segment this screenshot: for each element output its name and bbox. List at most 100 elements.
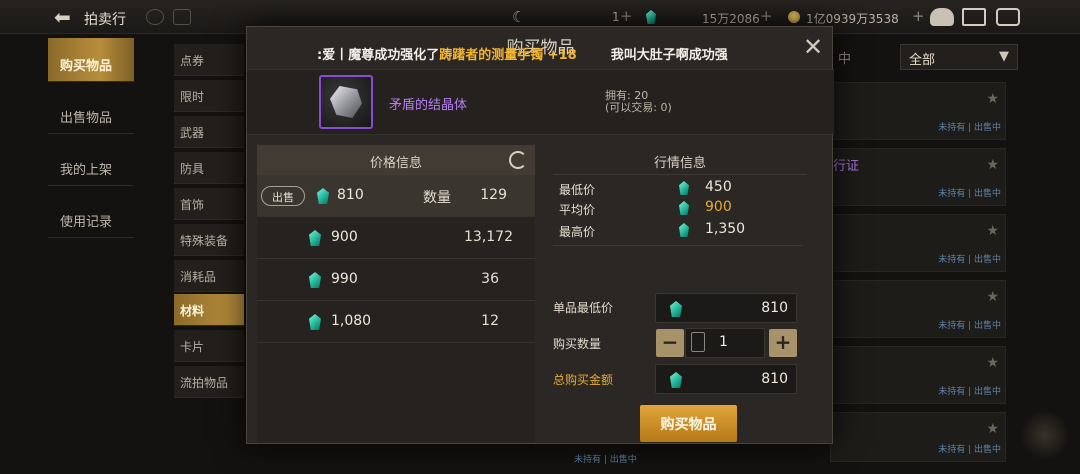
moon-icon: ☾ <box>512 8 526 26</box>
gem-icon <box>309 230 321 246</box>
price-value: 900 <box>331 229 358 245</box>
gold-coin-icon <box>788 11 800 23</box>
item-name: 矛盾的结晶体 <box>389 98 468 113</box>
eye-icon[interactable] <box>146 9 164 25</box>
total-value: 810 <box>761 371 788 387</box>
add-gem-button[interactable]: + <box>760 7 773 25</box>
subtab-failed-auction[interactable]: 流拍物品 <box>174 366 244 398</box>
subtab-consumable[interactable]: 消耗品 <box>174 260 244 292</box>
list-item[interactable]: ★ 未持有 | 出售中 <box>830 412 1006 462</box>
arrow-left-icon[interactable]: ⬅ <box>54 7 78 27</box>
min-price-label: 最低价 <box>559 183 596 197</box>
subtab-weapon[interactable]: 武器 <box>174 116 244 148</box>
moon-value: 1 <box>612 10 620 24</box>
subtab-accessory[interactable]: 首饰 <box>174 188 244 220</box>
row-status: 未持有 | 出售中 <box>938 123 1001 133</box>
decrease-quantity-button[interactable]: − <box>656 329 684 357</box>
star-icon[interactable]: ★ <box>986 91 999 107</box>
info-icon[interactable] <box>173 9 191 25</box>
list-item[interactable]: ★ 未持有 | 出售中 <box>830 346 1006 404</box>
star-icon[interactable]: ★ <box>986 355 999 371</box>
category-filter-select[interactable]: 全部 ▼ <box>900 44 1018 70</box>
owned-count: 拥有: 20 (可以交易: 0) <box>605 90 672 114</box>
gem-value: 15万2086 <box>702 12 760 26</box>
price-value: 990 <box>331 271 358 287</box>
total-amount-label: 总购买金额 <box>553 373 614 387</box>
unit-min-value: 810 <box>761 300 788 316</box>
list-item[interactable]: ★ 未持有 | 出售中 <box>830 280 1006 338</box>
max-price-label: 最高价 <box>559 225 596 239</box>
notice-suffix: 我叫大肚子啊成功强 <box>610 48 728 63</box>
subtab-material[interactable]: 材料 <box>174 294 244 326</box>
price-value: 810 <box>337 187 364 203</box>
star-icon[interactable]: ★ <box>986 157 999 173</box>
avg-price-value: 900 <box>705 199 732 215</box>
add-gold-button[interactable]: + <box>912 7 925 25</box>
refresh-icon[interactable] <box>509 151 527 169</box>
subtab-card[interactable]: 卡片 <box>174 330 244 362</box>
sell-tag: 出售 <box>261 186 305 206</box>
row-status: 未持有 | 出售中 <box>938 321 1001 331</box>
subtab-voucher[interactable]: 点券 <box>174 44 244 76</box>
gem-icon <box>670 301 682 317</box>
item-info-band: 矛盾的结晶体 拥有: 20 (可以交易: 0) <box>247 69 834 135</box>
row-status: 未持有 | 出售中 <box>938 387 1001 397</box>
add-moon-button[interactable]: + <box>620 7 633 25</box>
gem-icon <box>317 188 329 204</box>
quantity-value: 129 <box>480 187 507 203</box>
moon-currency: ☾ 1 + <box>508 6 658 28</box>
tab-history[interactable]: 使用记录 <box>48 194 134 238</box>
subtab-armor[interactable]: 防具 <box>174 152 244 184</box>
increase-quantity-button[interactable]: + <box>769 329 797 357</box>
row-status: 未持有 | 出售中 <box>938 189 1001 199</box>
gem-icon <box>670 372 682 388</box>
gem-currency: 15万2086 + <box>642 6 782 28</box>
buy-quantity-label: 购买数量 <box>553 337 602 351</box>
gem-icon <box>679 181 689 195</box>
gem-icon <box>309 314 321 330</box>
list-item[interactable]: ★ 未持有 | 出售中 <box>830 214 1006 272</box>
buy-button[interactable]: 购买物品 <box>640 405 737 442</box>
partial-item-name: 行证 <box>833 159 860 174</box>
market-max-row: 最高价 1,350 <box>559 221 799 241</box>
chat-icon[interactable] <box>996 8 1020 26</box>
max-price-value: 1,350 <box>705 221 746 237</box>
star-icon[interactable]: ★ <box>986 223 999 239</box>
avg-price-label: 平均价 <box>559 203 596 217</box>
price-row[interactable]: 990 36 <box>257 259 535 301</box>
tab-my-listings[interactable]: 我的上架 <box>48 142 134 186</box>
calculator-icon[interactable] <box>691 332 705 352</box>
subtab-special[interactable]: 特殊装备 <box>174 224 244 256</box>
unit-min-price-field: 810 <box>655 293 797 323</box>
list-item[interactable]: ★ 未持有 | 出售中 <box>830 82 1006 140</box>
page-title: 拍卖行 <box>84 12 126 28</box>
tab-sell[interactable]: 出售物品 <box>48 90 134 134</box>
gem-icon <box>646 10 656 24</box>
price-row[interactable]: 1,080 12 <box>257 301 535 343</box>
quantity-value: 13,172 <box>464 229 513 245</box>
notice-item: 踌躇者的测量手镯 +18 <box>439 48 577 63</box>
gold-value: 1亿0939万3538 <box>806 12 899 26</box>
subtab-limited[interactable]: 限时 <box>174 80 244 112</box>
close-icon[interactable]: ✕ <box>803 35 825 59</box>
list-item[interactable]: 行证 ★ 未持有 | 出售中 <box>830 148 1006 206</box>
crystal-item-icon[interactable] <box>319 75 373 129</box>
divider <box>553 245 803 246</box>
star-icon[interactable]: ★ <box>986 289 999 305</box>
star-icon[interactable]: ★ <box>986 421 999 437</box>
price-info-header: 价格信息 <box>257 145 535 175</box>
tab-buy[interactable]: 购买物品 <box>48 38 134 82</box>
market-info-header: 行情信息 <box>553 145 807 175</box>
unit-min-label: 单品最低价 <box>553 301 614 315</box>
crystal-icon <box>330 86 362 118</box>
shop-bag-icon[interactable] <box>930 8 954 26</box>
partial-header-label: 中 <box>838 52 852 67</box>
min-price-value: 450 <box>705 179 732 195</box>
gem-icon <box>679 223 689 237</box>
mail-icon[interactable] <box>962 8 986 26</box>
price-row[interactable]: 出售 810 数量 129 <box>257 175 535 217</box>
market-avg-row: 平均价 900 <box>559 199 799 219</box>
total-amount-field: 810 <box>655 364 797 394</box>
row-status: 未持有 | 出售中 <box>938 255 1001 265</box>
price-row[interactable]: 900 13,172 <box>257 217 535 259</box>
